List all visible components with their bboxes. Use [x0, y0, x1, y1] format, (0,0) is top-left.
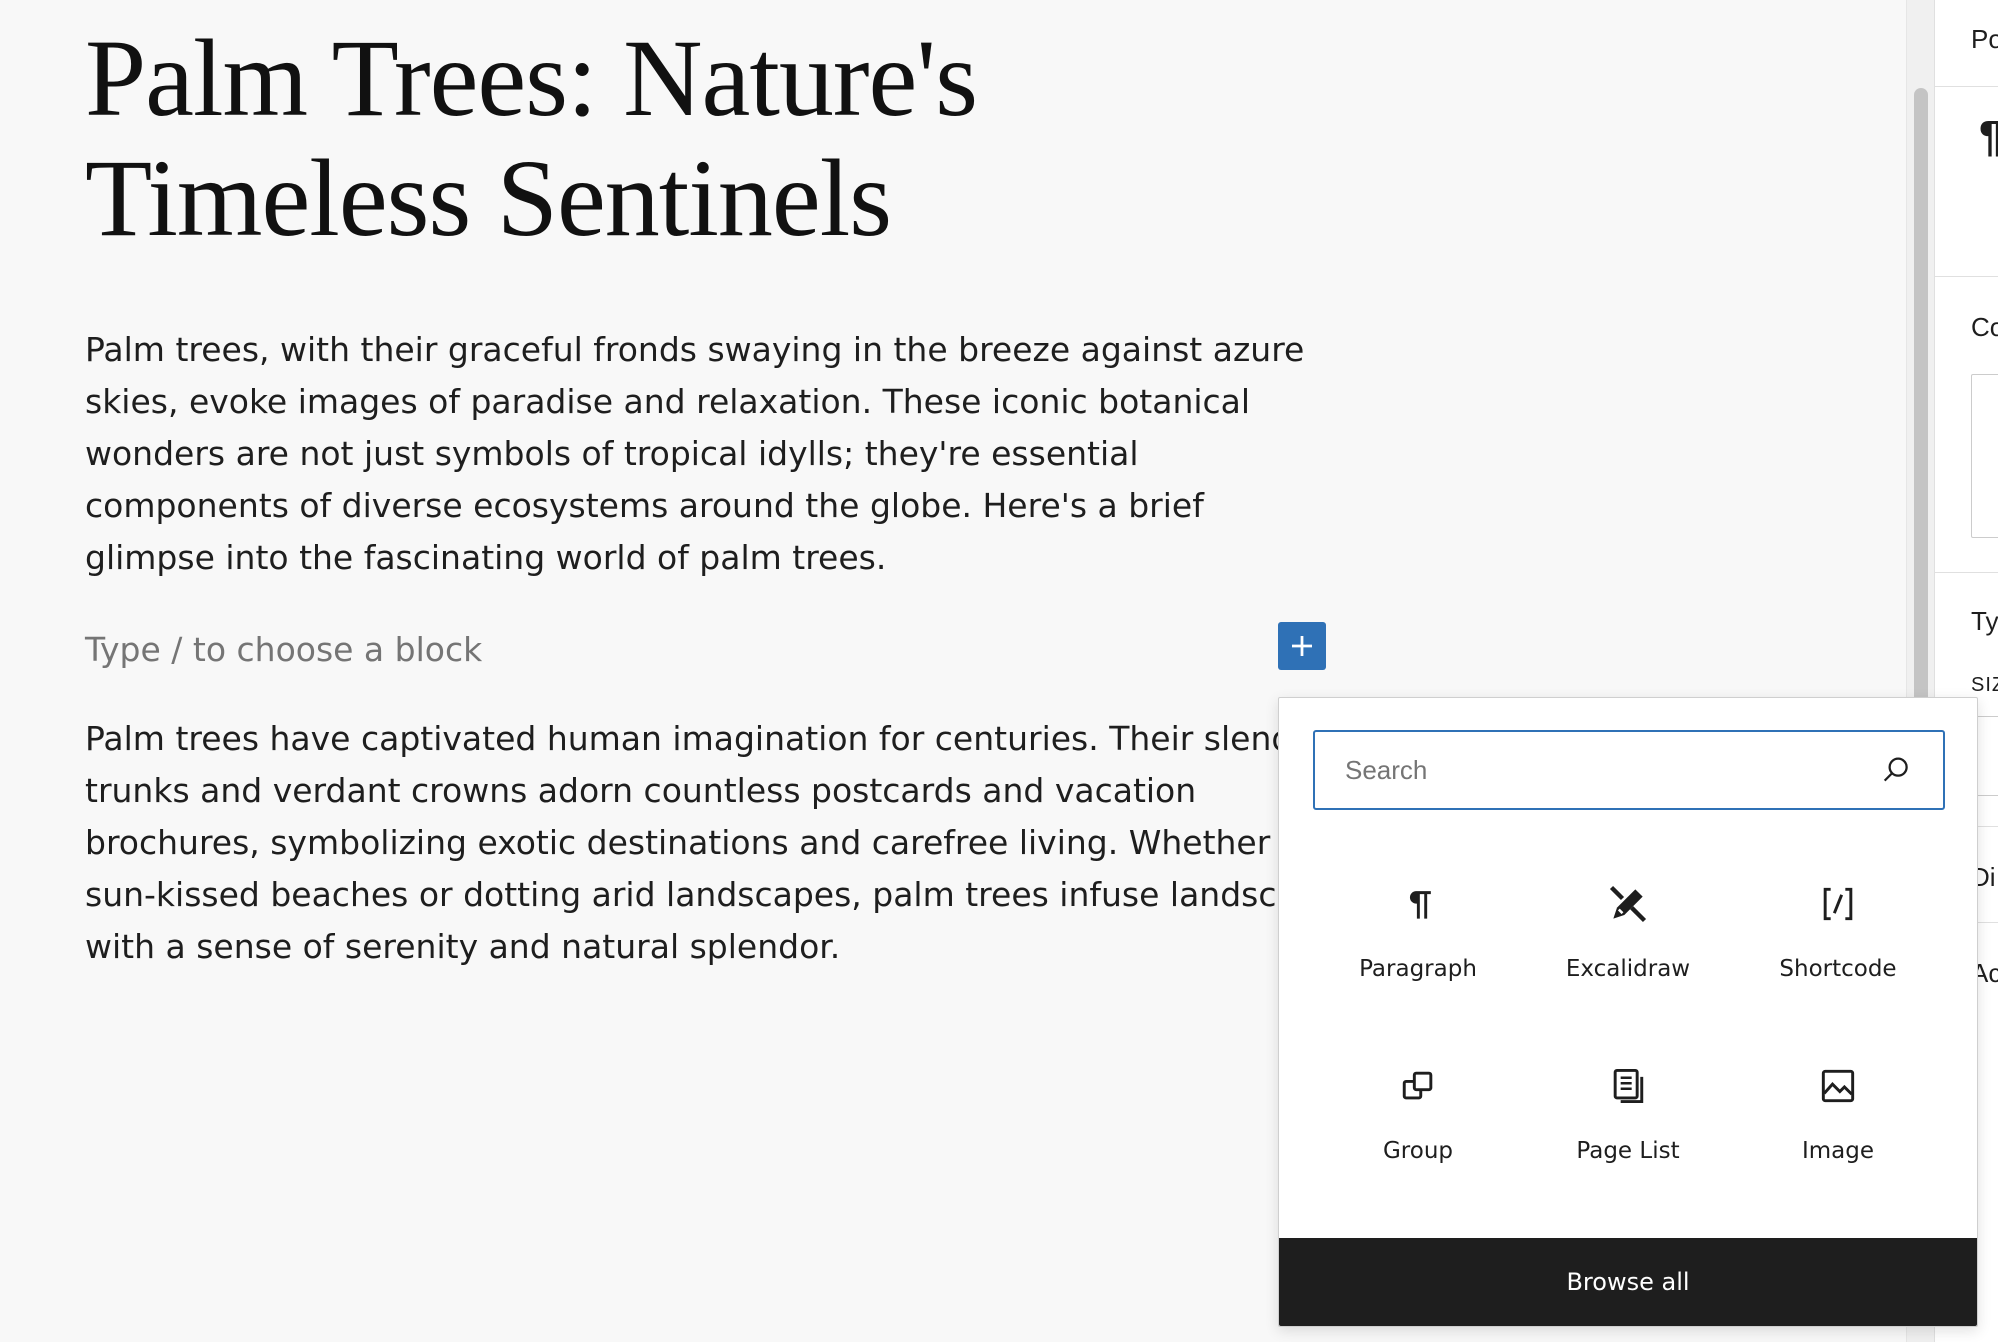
block-option-label: Image	[1801, 1138, 1875, 1164]
paragraph-line: sun-kissed beaches or dotting arid lands…	[85, 875, 1338, 914]
paragraph-block-1[interactable]: Palm trees, with their graceful fronds s…	[85, 324, 1335, 584]
block-option-label: Group	[1382, 1138, 1454, 1164]
block-option-image[interactable]: Image	[1733, 1040, 1943, 1222]
block-option-label: Shortcode	[1779, 956, 1897, 982]
block-inserter-button[interactable]	[1278, 622, 1326, 670]
shortcode-icon	[1823, 887, 1853, 921]
paragraph-block-2[interactable]: Palm trees have captivated human imagina…	[85, 713, 1343, 973]
post-title-line-2: Timeless Sentinels	[85, 137, 892, 259]
block-option-label: Page List	[1576, 1138, 1680, 1164]
block-option-excalidraw[interactable]: Excalidraw	[1523, 858, 1733, 1040]
block-search-input[interactable]	[1345, 754, 1879, 786]
color-settings-box[interactable]	[1971, 374, 1998, 538]
paragraph-line: brochures, symbolizing exotic destinatio…	[85, 823, 1343, 862]
block-option-label: Paragraph	[1359, 956, 1477, 982]
block-option-label: Excalidraw	[1565, 956, 1691, 982]
sidebar-panel-typography[interactable]: Ty	[1971, 606, 1998, 637]
page-list-icon	[1613, 1068, 1644, 1104]
quick-inserter-popover: Paragraph Excalidraw Shortc	[1278, 697, 1978, 1327]
sidebar-tab-post[interactable]: Po	[1971, 24, 1998, 55]
excalidraw-icon	[1609, 885, 1647, 923]
plus-icon	[1292, 636, 1312, 656]
browse-all-button[interactable]: Browse all	[1279, 1238, 1977, 1326]
block-option-paragraph[interactable]: Paragraph	[1313, 858, 1523, 1040]
empty-block-placeholder[interactable]: Type / to choose a block	[85, 624, 482, 676]
block-option-group[interactable]: Group	[1313, 1040, 1523, 1222]
search-icon	[1883, 757, 1908, 782]
group-icon	[1402, 1071, 1433, 1100]
paragraph-line: Palm trees have captivated human imagina…	[85, 719, 1327, 758]
block-option-shortcode[interactable]: Shortcode	[1733, 858, 1943, 1040]
paragraph-icon	[1409, 891, 1431, 919]
post-title[interactable]: Palm Trees: Nature's Timeless Sentinels	[85, 18, 1235, 258]
image-icon	[1821, 1069, 1855, 1103]
sidebar-divider	[1935, 276, 1998, 277]
sidebar-divider	[1935, 86, 1998, 87]
block-search-field[interactable]	[1313, 730, 1945, 810]
block-types-grid: Paragraph Excalidraw Shortcode Group Pag…	[1313, 858, 1945, 1222]
block-option-page-list[interactable]: Page List	[1523, 1040, 1733, 1222]
post-title-line-1: Palm Trees: Nature's	[85, 17, 978, 139]
paragraph-block-icon: ¶	[1979, 112, 1998, 162]
sidebar-panel-color[interactable]: Co	[1971, 312, 1998, 343]
typography-size-label: SIZ	[1971, 674, 1998, 696]
paragraph-line: trunks and verdant crowns adorn countles…	[85, 771, 1197, 810]
sidebar-divider	[1935, 572, 1998, 573]
paragraph-line: with a sense of serenity and natural spl…	[85, 927, 841, 966]
